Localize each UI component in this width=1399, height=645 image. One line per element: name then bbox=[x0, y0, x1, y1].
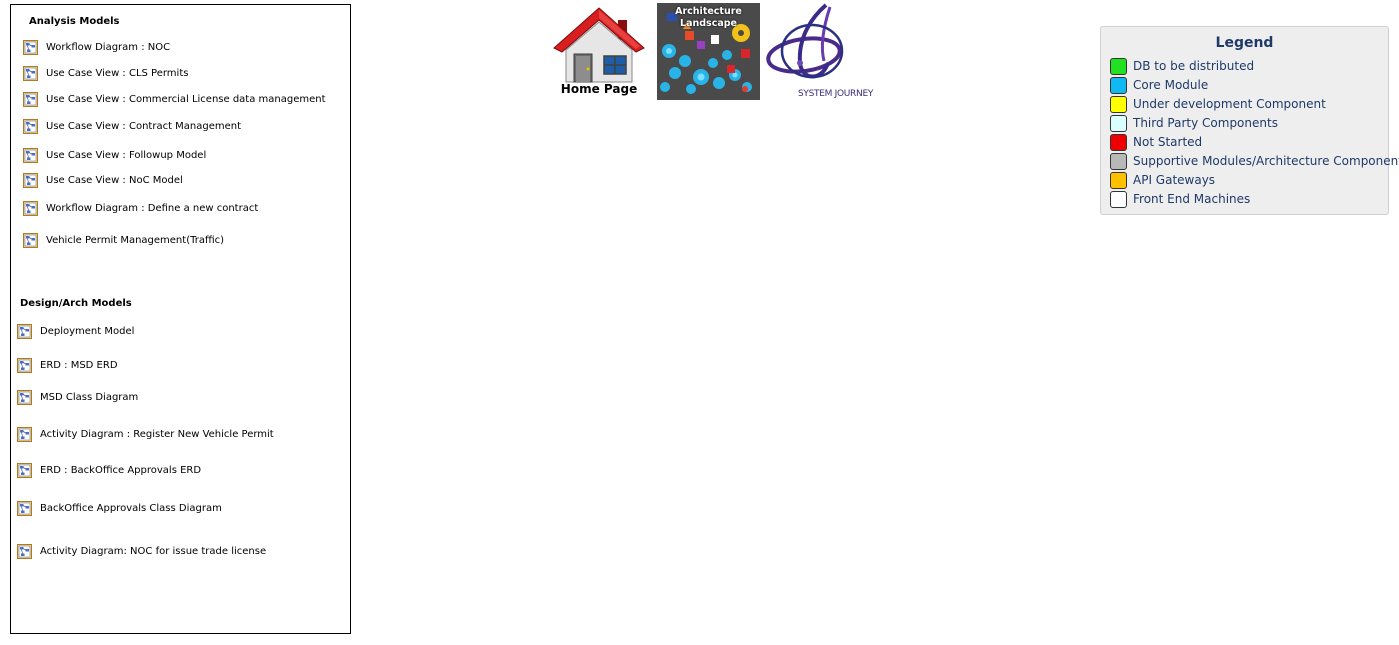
legend-item: DB to be distributed bbox=[1110, 57, 1254, 75]
model-link[interactable]: Use Case View : Commercial License data … bbox=[23, 90, 326, 108]
model-link[interactable]: MSD Class Diagram bbox=[17, 388, 138, 406]
legend-swatch bbox=[1110, 190, 1127, 208]
model-link[interactable]: ERD : MSD ERD bbox=[17, 356, 118, 374]
model-link-label: Vehicle Permit Management(Traffic) bbox=[46, 234, 225, 246]
legend-swatch bbox=[1110, 133, 1127, 151]
legend-item: API Gateways bbox=[1110, 171, 1215, 189]
model-link[interactable]: Use Case View : CLS Permits bbox=[23, 64, 188, 82]
model-link-label: ERD : BackOffice Approvals ERD bbox=[40, 464, 202, 476]
house-icon bbox=[553, 7, 645, 83]
model-link-label: MSD Class Diagram bbox=[40, 391, 139, 403]
model-link-label: Workflow Diagram : Define a new contract bbox=[46, 202, 259, 214]
legend-swatch bbox=[1110, 76, 1127, 94]
legend-title: Legend bbox=[1215, 35, 1274, 51]
legend-swatch bbox=[1110, 171, 1127, 189]
model-link[interactable]: Deployment Model bbox=[17, 322, 134, 340]
model-link-label: Use Case View : Commercial License data … bbox=[46, 93, 326, 105]
diagram-icon bbox=[23, 118, 38, 134]
diagram-icon bbox=[17, 543, 32, 559]
legend-swatch bbox=[1110, 114, 1127, 132]
legend-item: Not Started bbox=[1110, 133, 1202, 151]
model-link-label: Use Case View : CLS Permits bbox=[46, 67, 189, 79]
diagram-icon bbox=[17, 323, 32, 339]
model-link[interactable]: Use Case View : Contract Management bbox=[23, 117, 241, 135]
model-link[interactable]: Use Case View : NoC Model bbox=[23, 171, 183, 189]
diagram-icon bbox=[17, 357, 32, 373]
legend-item: Core Module bbox=[1110, 76, 1208, 94]
model-link[interactable]: Workflow Diagram : Define a new contract bbox=[23, 199, 258, 217]
diagram-icon bbox=[23, 147, 38, 163]
diagram-icon bbox=[23, 172, 38, 188]
diagram-icon bbox=[23, 65, 38, 81]
legend-item: Supportive Modules/Architecture Componen… bbox=[1110, 152, 1399, 170]
model-link-label: Use Case View : Contract Management bbox=[46, 120, 242, 132]
legend-item: Front End Machines bbox=[1110, 190, 1250, 208]
model-link-label: Activity Diagram : Register New Vehicle … bbox=[40, 428, 274, 440]
model-link-label: Use Case View : Followup Model bbox=[46, 149, 207, 161]
home-page-label: Home Page bbox=[560, 82, 638, 96]
diagram-icon bbox=[23, 200, 38, 216]
model-link[interactable]: Activity Diagram: NOC for issue trade li… bbox=[17, 542, 266, 560]
architecture-title-line2: Landscape bbox=[680, 18, 737, 29]
models-panel: Analysis Models Workflow Diagram : NOC Us… bbox=[10, 4, 351, 634]
legend-label: Supportive Modules/Architecture Componen… bbox=[1133, 154, 1399, 168]
model-link[interactable]: Use Case View : Followup Model bbox=[23, 146, 206, 164]
architecture-landscape-title: Architecture Landscape bbox=[657, 6, 760, 30]
diagram-icon bbox=[17, 389, 32, 405]
model-link-label: Activity Diagram: NOC for issue trade li… bbox=[40, 545, 267, 557]
model-link-label: Use Case View : NoC Model bbox=[46, 174, 183, 186]
legend-label: API Gateways bbox=[1133, 173, 1216, 187]
legend-label: Not Started bbox=[1133, 135, 1203, 149]
design-arch-models-title: Design/Arch Models bbox=[20, 298, 132, 309]
legend-item: Third Party Components bbox=[1110, 114, 1278, 132]
model-link-label: Workflow Diagram : NOC bbox=[46, 41, 171, 53]
legend-item: Under development Component bbox=[1110, 95, 1326, 113]
system-journey-label: SYSTEM JOURNEY bbox=[798, 89, 874, 99]
legend-panel: Legend DB to be distributed Core Module Un… bbox=[1100, 26, 1399, 215]
architecture-title-line1: Architecture bbox=[675, 6, 742, 17]
legend-label: Front End Machines bbox=[1133, 192, 1251, 206]
home-page-link[interactable]: Home Page bbox=[552, 6, 646, 98]
legend-label: Core Module bbox=[1133, 78, 1209, 92]
diagram-icon bbox=[17, 500, 32, 516]
diagram-icon bbox=[23, 232, 38, 248]
system-journey-link[interactable]: SYSTEM JOURNEY bbox=[764, 3, 874, 101]
model-link[interactable]: Workflow Diagram : NOC bbox=[23, 38, 170, 56]
legend-label: DB to be distributed bbox=[1133, 59, 1255, 73]
model-link[interactable]: Activity Diagram : Register New Vehicle … bbox=[17, 425, 274, 443]
legend-label: Third Party Components bbox=[1133, 116, 1278, 130]
legend-swatch bbox=[1110, 95, 1127, 113]
model-link[interactable]: BackOffice Approvals Class Diagram bbox=[17, 499, 222, 517]
diagram-icon bbox=[17, 462, 32, 478]
legend-swatch bbox=[1110, 152, 1127, 170]
legend-label: Under development Component bbox=[1133, 97, 1326, 111]
model-link[interactable]: ERD : BackOffice Approvals ERD bbox=[17, 461, 201, 479]
analysis-models-title: Analysis Models bbox=[29, 16, 120, 27]
model-link-label: Deployment Model bbox=[40, 325, 135, 337]
model-link-label: BackOffice Approvals Class Diagram bbox=[40, 502, 222, 514]
architecture-landscape-link[interactable]: Architecture Landscape bbox=[657, 3, 760, 100]
diagram-icon bbox=[17, 426, 32, 442]
model-link[interactable]: Vehicle Permit Management(Traffic) bbox=[23, 231, 224, 249]
orbit-logo-icon bbox=[766, 3, 844, 79]
diagram-icon bbox=[23, 91, 38, 107]
legend-swatch bbox=[1110, 57, 1127, 75]
model-link-label: ERD : MSD ERD bbox=[40, 359, 118, 371]
diagram-icon bbox=[23, 39, 38, 55]
